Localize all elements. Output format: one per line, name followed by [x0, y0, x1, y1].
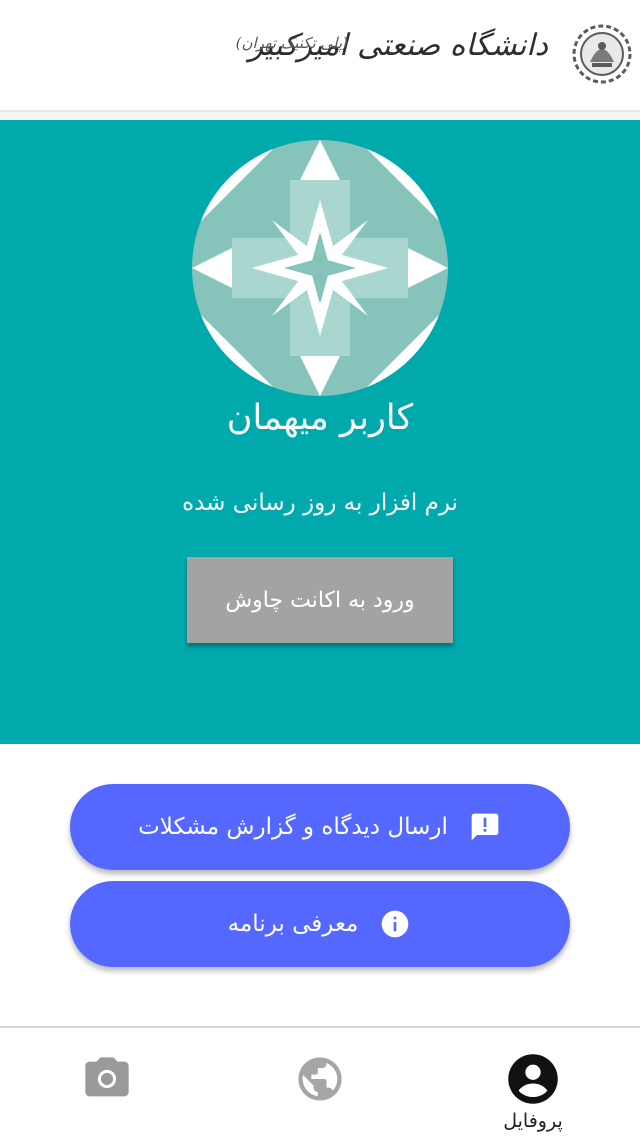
- login-chavosh-button[interactable]: ورود به اکانت چاوش: [187, 557, 453, 643]
- nav-profile-tab[interactable]: پروفایل: [463, 1028, 603, 1136]
- guest-avatar: [192, 140, 448, 396]
- app-root: دانشگاه صنعتی امیرکبیر (پلی تکنیک تهران): [0, 0, 640, 1136]
- user-name: کاربر میهمان: [226, 398, 414, 438]
- profile-hero: کاربر میهمان نرم افزار به روز رسانی شده …: [0, 120, 640, 744]
- globe-icon: [293, 1052, 347, 1106]
- info-icon: [378, 907, 412, 941]
- university-emblem-icon: [570, 22, 634, 86]
- bottom-navigation: پروفایل: [0, 1026, 640, 1136]
- update-status-text: نرم افزار به روز رسانی شده: [182, 490, 458, 516]
- about-app-label: معرفی برنامه: [227, 911, 359, 937]
- nav-web-tab[interactable]: [250, 1028, 390, 1136]
- app-header: دانشگاه صنعتی امیرکبیر (پلی تکنیک تهران): [0, 0, 640, 112]
- university-subtitle: (پلی تکنیک تهران): [235, 34, 348, 52]
- about-app-button[interactable]: معرفی برنامه: [70, 881, 570, 967]
- camera-icon: [80, 1052, 134, 1106]
- send-feedback-button[interactable]: ارسال دیدگاه و گزارش مشکلات: [70, 784, 570, 870]
- account-icon: [506, 1052, 560, 1106]
- nav-profile-label: پروفایل: [503, 1110, 563, 1132]
- send-feedback-label: ارسال دیدگاه و گزارش مشکلات: [138, 814, 448, 840]
- feedback-icon: [468, 810, 502, 844]
- nav-camera-tab[interactable]: [37, 1028, 177, 1136]
- header-divider: [0, 112, 640, 120]
